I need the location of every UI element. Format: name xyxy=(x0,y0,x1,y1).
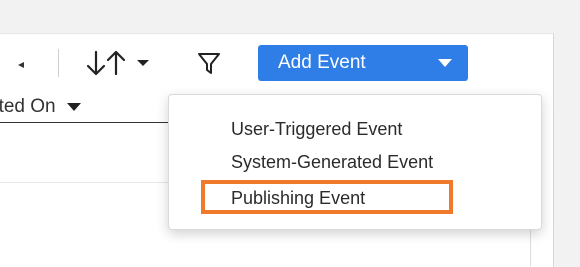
menu-item-user-triggered-event[interactable]: User-Triggered Event xyxy=(231,119,402,139)
sort-arrows-icon xyxy=(84,46,130,80)
caret-down-icon xyxy=(136,58,150,68)
add-event-menu: User-Triggered Event System-Generated Ev… xyxy=(168,94,542,230)
sort-select-value: ated On xyxy=(0,96,56,117)
menu-item-system-generated-event[interactable]: System-Generated Event xyxy=(231,152,433,172)
toolbar-divider xyxy=(58,49,59,77)
caret-left-icon[interactable] xyxy=(16,60,26,70)
sort-button[interactable] xyxy=(84,46,160,80)
filter-button[interactable] xyxy=(194,48,224,78)
row-separator xyxy=(0,182,168,183)
add-event-button[interactable]: Add Event xyxy=(258,45,468,81)
add-event-label: Add Event xyxy=(278,52,366,73)
menu-item-publishing-event[interactable]: Publishing Event xyxy=(231,188,365,208)
filter-funnel-icon xyxy=(195,49,223,77)
caret-down-icon[interactable] xyxy=(436,54,454,72)
caret-down-icon xyxy=(66,101,82,113)
sort-field-select[interactable]: ated On xyxy=(0,92,168,123)
